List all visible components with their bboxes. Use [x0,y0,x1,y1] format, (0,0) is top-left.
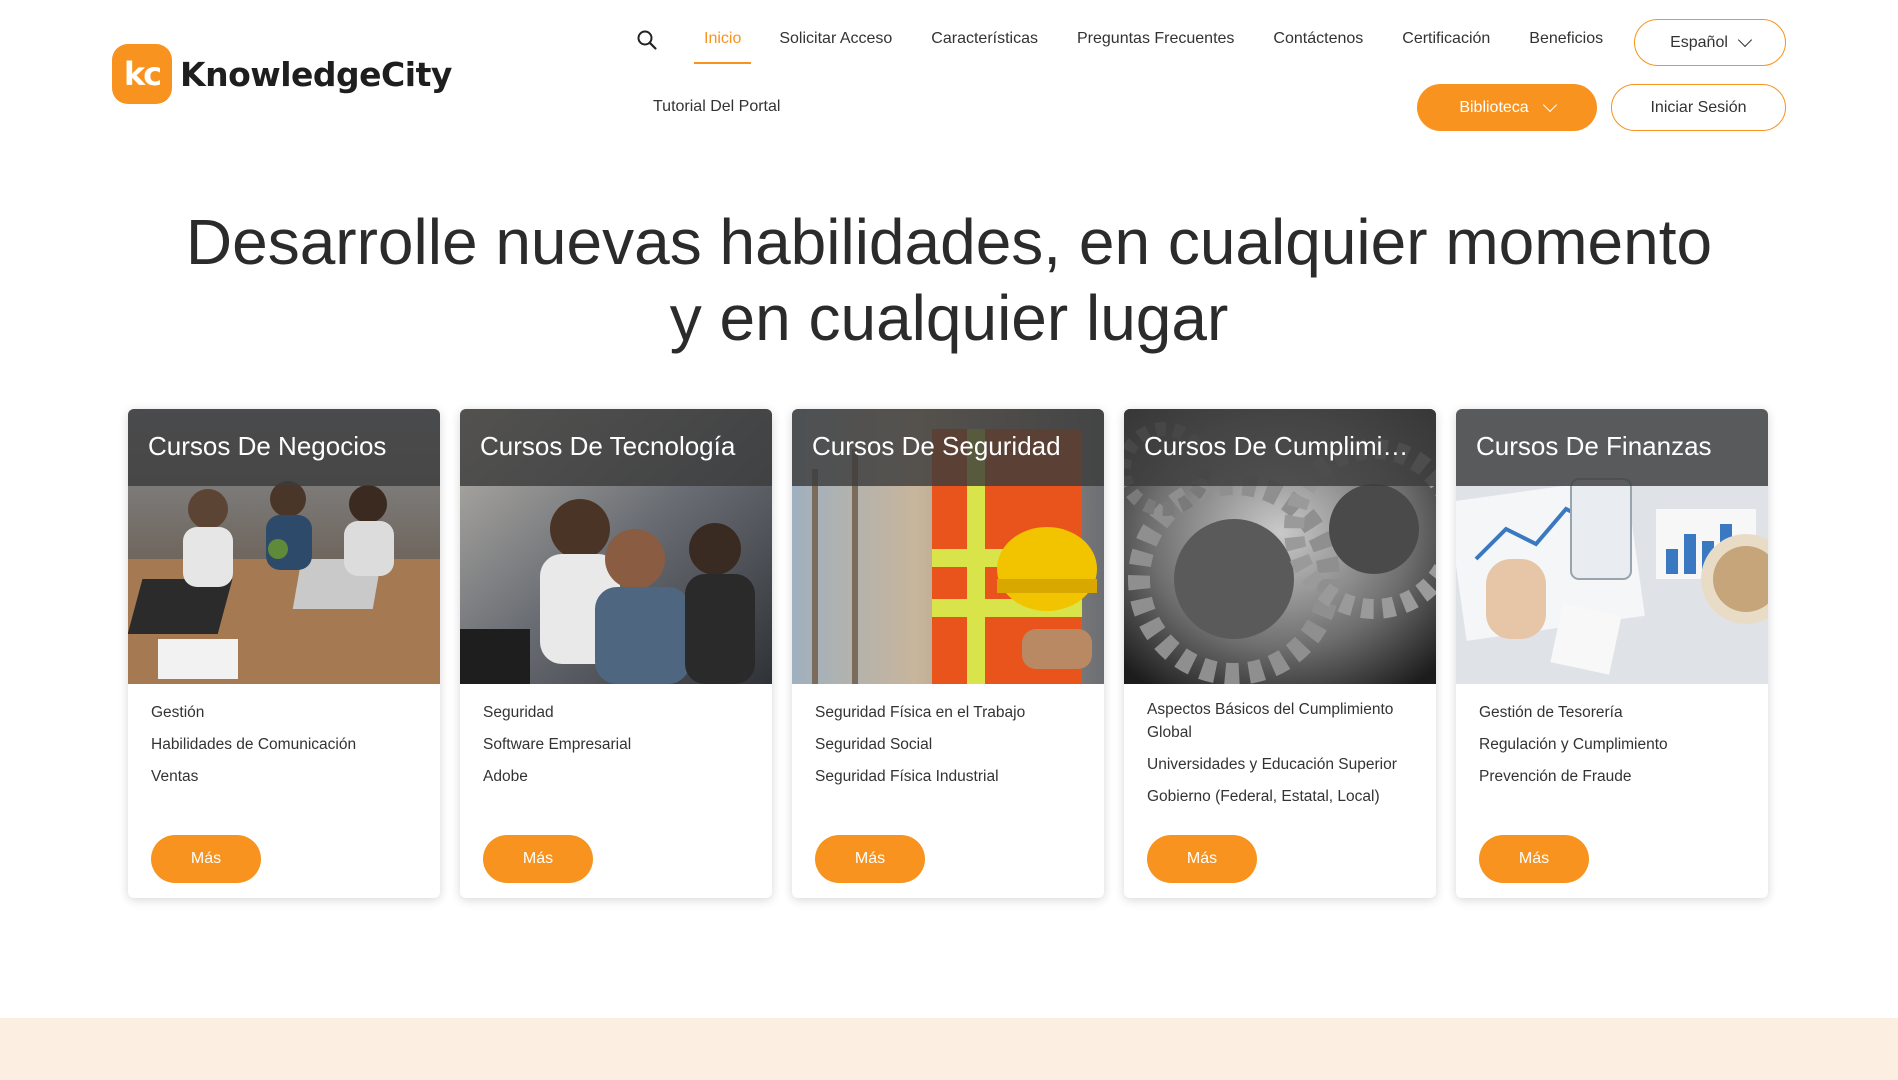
card-topic-list: Aspectos Básicos del Cumplimiento Global… [1147,698,1418,817]
list-item[interactable]: Seguridad Física en el Trabajo [815,701,1086,724]
chevron-down-icon [1542,97,1557,113]
hero-line-1: Desarrolle nuevas habilidades, en cualqu… [185,206,1713,278]
card-topic-list: Seguridad Física en el Trabajo Seguridad… [815,701,1086,797]
login-button[interactable]: Iniciar Sesión [1611,84,1786,131]
course-cards: Cursos De Negocios Gestión Habilidades d… [128,409,1768,898]
card-topic-list: Gestión Habilidades de Comunicación Vent… [151,701,422,797]
logo-text: KnowledgeCity [180,54,452,94]
course-card-negocios[interactable]: Cursos De Negocios Gestión Habilidades d… [128,409,440,898]
more-button[interactable]: Más [1479,835,1589,883]
list-item[interactable]: Prevención de Fraude [1479,765,1750,788]
more-button[interactable]: Más [483,835,593,883]
language-label: Español [1670,33,1728,51]
library-label: Biblioteca [1459,98,1529,116]
footer-band [0,1018,1898,1080]
list-item[interactable]: Habilidades de Comunicación [151,733,422,756]
course-card-tecnologia[interactable]: Cursos De Tecnología Seguridad Software … [460,409,772,898]
nav-contactenos[interactable]: Contáctenos [1273,30,1363,48]
chevron-down-icon [1737,32,1752,48]
nav-beneficios[interactable]: Beneficios [1529,30,1603,48]
list-item[interactable]: Gestión [151,701,422,724]
login-label: Iniciar Sesión [1650,98,1747,116]
language-select[interactable]: Español [1634,19,1786,66]
card-title: Cursos De Seguridad [792,409,1104,486]
card-title: Cursos De Cumplimiento [1124,409,1436,486]
list-item[interactable]: Software Empresarial [483,733,754,756]
card-title: Cursos De Tecnología [460,409,772,486]
course-card-cumplimiento[interactable]: Cursos De Cumplimiento Aspectos Básicos … [1124,409,1436,898]
course-card-seguridad[interactable]: Cursos De Seguridad Seguridad Física en … [792,409,1104,898]
hero-line-2: y en cualquier lugar [669,282,1229,354]
card-topic-list: Seguridad Software Empresarial Adobe [483,701,754,797]
search-icon[interactable] [636,29,658,51]
list-item[interactable]: Universidades y Educación Superior [1147,753,1418,776]
list-item[interactable]: Regulación y Cumplimiento [1479,733,1750,756]
nav-preguntas-frecuentes[interactable]: Preguntas Frecuentes [1077,30,1234,48]
nav-caracteristicas[interactable]: Características [931,30,1038,48]
list-item[interactable]: Gestión de Tesorería [1479,701,1750,724]
list-item[interactable]: Seguridad [483,701,754,724]
list-item[interactable]: Adobe [483,765,754,788]
card-topic-list: Gestión de Tesorería Regulación y Cumpli… [1479,701,1750,797]
course-card-finanzas[interactable]: Cursos De Finanzas Gestión de Tesorería … [1456,409,1768,898]
nav-solicitar-acceso[interactable]: Solicitar Acceso [779,30,892,48]
list-item[interactable]: Ventas [151,765,422,788]
nav-inicio[interactable]: Inicio [693,30,752,64]
list-item[interactable]: Gobierno (Federal, Estatal, Local) [1147,785,1418,808]
list-item[interactable]: Aspectos Básicos del Cumplimiento Global [1147,698,1418,744]
card-title: Cursos De Finanzas [1456,409,1768,486]
more-button[interactable]: Más [815,835,925,883]
nav-tutorial-del-portal[interactable]: Tutorial Del Portal [653,98,780,116]
library-button[interactable]: Biblioteca [1417,84,1597,131]
more-button[interactable]: Más [151,835,261,883]
list-item[interactable]: Seguridad Física Industrial [815,765,1086,788]
nav-certificacion[interactable]: Certificación [1402,30,1490,48]
brand-logo[interactable]: kc KnowledgeCity [112,44,452,104]
main-nav: Inicio Solicitar Acceso Características … [682,30,1603,64]
more-button[interactable]: Más [1147,835,1257,883]
hero-heading: Desarrolle nuevas habilidades, en cualqu… [0,204,1898,356]
card-title: Cursos De Negocios [128,409,440,486]
list-item[interactable]: Seguridad Social [815,733,1086,756]
logo-mark: kc [112,44,172,104]
